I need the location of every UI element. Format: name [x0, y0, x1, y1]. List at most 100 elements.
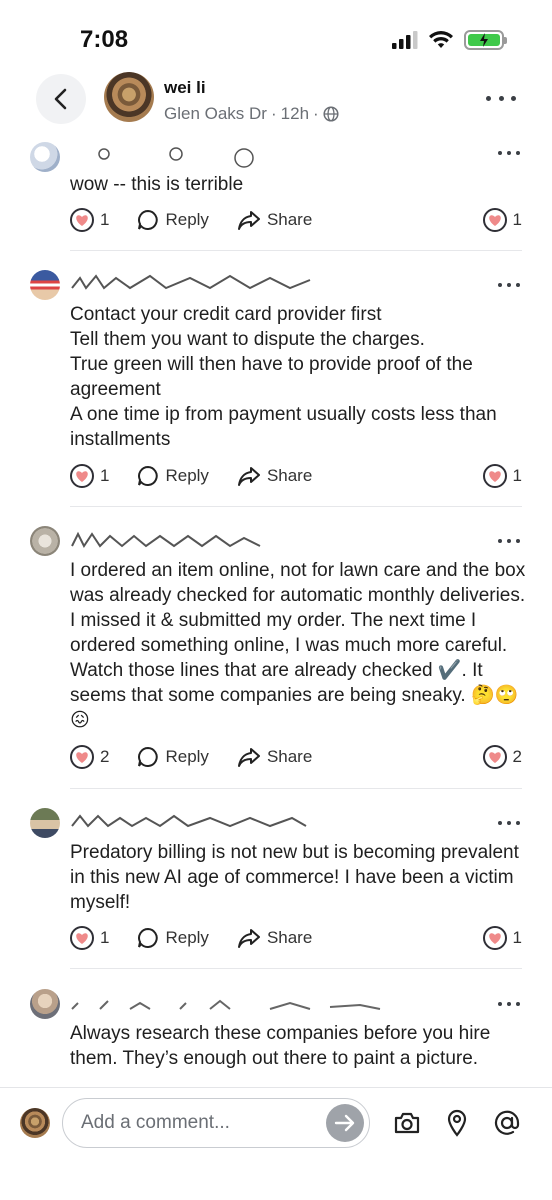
comment-body: wow -- this is terrible [70, 172, 530, 197]
share-button[interactable]: Share [237, 746, 312, 768]
share-button[interactable]: Share [237, 927, 312, 949]
heart-icon [488, 932, 501, 944]
post-location[interactable]: Glen Oaks Dr [164, 104, 267, 124]
reaction-count: 2 [100, 747, 110, 766]
heart-icon [76, 214, 88, 226]
commenter-avatar[interactable] [30, 142, 60, 172]
chevron-left-icon [54, 88, 67, 110]
comment-more-button[interactable] [498, 536, 520, 546]
comment-more-button[interactable] [498, 280, 520, 290]
share-arrow-icon [237, 748, 260, 767]
comment-more-button[interactable] [498, 148, 520, 158]
location-button[interactable] [442, 1108, 472, 1138]
post-more-button[interactable] [486, 88, 516, 108]
meta-separator: · [313, 104, 319, 123]
share-label: Share [266, 928, 313, 947]
comment: Contact your credit card provider first … [0, 268, 552, 507]
comment-text-line: A one time ip from payment usually costs… [70, 404, 497, 450]
heart-icon [76, 932, 88, 944]
heart-icon [76, 470, 88, 482]
reaction-count: 1 [100, 928, 110, 947]
reaction-summary-count: 1 [512, 466, 522, 485]
heart-icon [488, 751, 501, 763]
share-button[interactable]: Share [237, 465, 312, 487]
reaction-summary[interactable]: 2 [482, 743, 522, 771]
status-icons [392, 30, 507, 50]
reaction-summary[interactable]: 1 [482, 924, 522, 952]
comment-text-line: Always research these companies before y… [70, 1023, 491, 1069]
commenter-name-scribble [71, 814, 307, 828]
heart-icon [488, 470, 501, 482]
reply-label: Reply [165, 466, 209, 485]
share-label: Share [266, 747, 313, 766]
reaction-summary-count: 1 [512, 928, 522, 947]
commenter-avatar[interactable] [30, 989, 60, 1019]
author-avatar[interactable] [104, 72, 154, 122]
more-horizontal-icon [498, 1002, 502, 1006]
comment-more-button[interactable] [498, 818, 520, 828]
commenter-avatar[interactable] [30, 526, 60, 556]
react-button[interactable]: 1 [70, 926, 109, 950]
share-arrow-icon [237, 467, 260, 486]
battery-icon [464, 30, 507, 50]
commenter-name-scribble [71, 999, 381, 1010]
author-name[interactable]: wei li [164, 78, 206, 98]
user-avatar[interactable] [20, 1108, 50, 1138]
reply-button[interactable]: Reply [137, 746, 209, 768]
comment: I ordered an item online, not for lawn c… [0, 524, 552, 789]
reaction-summary-count: 1 [512, 210, 522, 229]
meta-separator: · [270, 104, 277, 123]
back-button[interactable] [36, 74, 86, 124]
comment-composer [0, 1087, 552, 1200]
comment-input[interactable] [62, 1098, 370, 1148]
comment-divider [70, 506, 522, 507]
react-button[interactable]: 1 [70, 208, 109, 232]
reaction-summary[interactable]: 1 [482, 206, 522, 234]
commenter-avatar[interactable] [30, 270, 60, 300]
comment-divider [70, 788, 522, 789]
comment-more-button[interactable] [498, 999, 520, 1009]
share-label: Share [266, 210, 313, 229]
react-button[interactable]: 2 [70, 745, 109, 769]
reply-button[interactable]: Reply [137, 927, 209, 949]
more-horizontal-icon [498, 151, 502, 155]
comment-text-line: True green will then have to provide pro… [70, 354, 473, 400]
send-arrow-icon [334, 1114, 355, 1132]
reply-button[interactable]: Reply [137, 465, 209, 487]
more-horizontal-icon [486, 95, 491, 101]
reaction-summary[interactable]: 1 [482, 462, 522, 490]
mention-button[interactable] [492, 1108, 522, 1138]
comment-actions: 1 Reply Share [70, 924, 312, 952]
reaction-count: 1 [100, 210, 110, 229]
comment-body: Predatory billing is not new but is beco… [70, 840, 530, 915]
comment: Always research these companies before y… [0, 987, 552, 1087]
comment-actions: 1 Reply Share [70, 206, 312, 234]
reply-label: Reply [165, 928, 209, 947]
commenter-name-scribble [71, 274, 311, 290]
reaction-faces-icon [98, 147, 254, 168]
globe-icon [323, 106, 339, 122]
camera-button[interactable] [392, 1108, 422, 1138]
reply-bubble-icon [138, 209, 159, 230]
reply-bubble-icon [138, 927, 159, 948]
reply-button[interactable]: Reply [137, 209, 209, 231]
reply-bubble-icon [138, 746, 159, 767]
comment-actions: 1 Reply Share [70, 462, 312, 490]
more-horizontal-icon [498, 283, 502, 287]
post-meta: Glen Oaks Dr · 12h · [164, 104, 339, 124]
react-button[interactable]: 1 [70, 464, 109, 488]
wifi-icon [429, 31, 453, 48]
comment: wow -- this is terrible 1 Reply Share 1 [0, 132, 552, 251]
send-button[interactable] [326, 1104, 364, 1142]
share-button[interactable]: Share [237, 209, 312, 231]
comment-text-line: I ordered an item online, not for lawn c… [70, 560, 526, 731]
comment-text-line: wow -- this is terrible [70, 174, 244, 195]
cellular-signal-icon [392, 31, 418, 49]
commenter-avatar[interactable] [30, 808, 60, 838]
at-sign-icon [494, 1110, 520, 1135]
share-arrow-icon [237, 211, 260, 230]
more-horizontal-icon [498, 539, 502, 543]
comments-list[interactable]: wow -- this is terrible 1 Reply Share 1 [0, 132, 552, 1087]
reaction-count: 1 [100, 466, 110, 485]
comment-divider [70, 250, 522, 251]
